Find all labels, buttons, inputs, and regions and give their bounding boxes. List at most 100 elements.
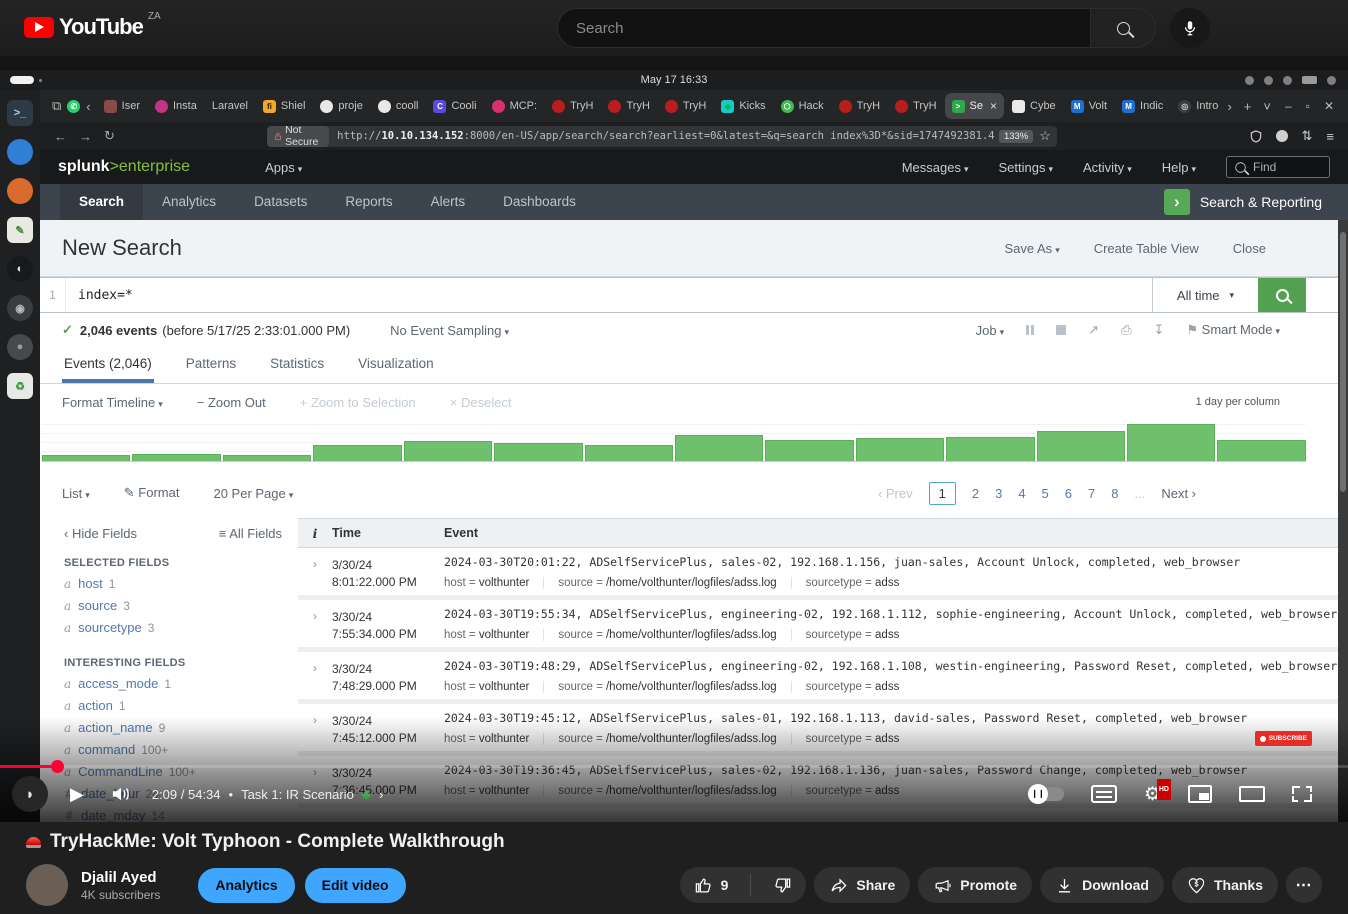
page-1[interactable]: 1 xyxy=(928,481,956,505)
event-source[interactable]: source = /home/volthunter/logfiles/adss.… xyxy=(543,681,790,693)
page-2[interactable]: 2 xyxy=(972,486,979,501)
browser-tab[interactable]: TryH xyxy=(832,93,887,119)
subscribe-watermark[interactable]: SUBSCRIBE xyxy=(1254,731,1312,746)
event-host[interactable]: host = volthunter xyxy=(444,629,543,641)
browser-tab[interactable]: C Cooli xyxy=(426,93,483,119)
browser-tab[interactable]: > Se × xyxy=(944,93,1004,119)
list-type-menu[interactable]: List ▾ xyxy=(62,486,90,501)
event-host[interactable]: host = volthunter xyxy=(444,681,543,693)
event-raw-text[interactable]: 2024-03-30T19:48:29, ADSelfServicePlus, … xyxy=(444,659,1340,673)
time-range-picker[interactable]: All time ▾ xyxy=(1152,278,1258,312)
timeline-bar[interactable] xyxy=(765,439,854,461)
browser-tab[interactable]: fi Shiel xyxy=(256,93,312,119)
browser-tab[interactable]: Iser xyxy=(97,93,147,119)
event-sourcetype[interactable]: sourcetype = adss xyxy=(790,733,914,745)
new-tab-button[interactable]: + xyxy=(1244,99,1252,114)
browser-tab[interactable]: M Indic xyxy=(1115,93,1170,119)
page-7[interactable]: 7 xyxy=(1088,486,1095,501)
search-input[interactable]: Search xyxy=(557,8,1090,48)
smart-mode-menu[interactable]: ⚑ Smart Mode ▾ xyxy=(1186,322,1280,338)
browser-tab[interactable]: MCP: xyxy=(485,93,545,119)
browser-tab[interactable]: TryH xyxy=(658,93,713,119)
per-page-menu[interactable]: 20 Per Page ▾ xyxy=(213,486,293,501)
stop-job-icon[interactable] xyxy=(1056,325,1067,335)
miniplayer-button[interactable] xyxy=(1188,785,1212,803)
chapter-title[interactable]: Task 1: IR Scenario xyxy=(241,787,354,802)
channel-avatar[interactable] xyxy=(26,864,68,906)
timeline-bar[interactable] xyxy=(1036,431,1126,461)
autoplay-toggle[interactable] xyxy=(1027,784,1064,804)
browser-tab[interactable]: Insta xyxy=(148,93,204,119)
tab-patterns[interactable]: Patterns xyxy=(184,347,238,383)
apps-menu[interactable]: Apps ▾ xyxy=(265,160,302,175)
event-raw-text[interactable]: 2024-03-30T20:01:22, ADSelfServicePlus, … xyxy=(444,555,1340,569)
field-command[interactable]: a command 100+ xyxy=(64,742,298,757)
event-sampling-menu[interactable]: No Event Sampling ▾ xyxy=(390,323,509,338)
notes-icon[interactable]: ✎ xyxy=(7,217,33,243)
not-secure-badge[interactable]: Not Secure xyxy=(266,125,330,147)
close-link[interactable]: Close xyxy=(1233,241,1266,256)
event-raw-text[interactable]: 2024-03-30T19:55:34, ADSelfServicePlus, … xyxy=(444,607,1340,621)
timeline-bar[interactable] xyxy=(403,440,493,461)
job-menu[interactable]: Job ▾ xyxy=(976,323,1005,338)
spiral-icon[interactable]: ◐ xyxy=(7,256,33,282)
browser-tab[interactable]: TryH xyxy=(888,93,943,119)
settings-menu[interactable]: Settings ▾ xyxy=(999,160,1054,175)
back-button[interactable]: ← xyxy=(54,129,67,144)
camera-icon[interactable]: ◉ xyxy=(7,295,33,321)
event-host[interactable]: host = volthunter xyxy=(444,733,543,745)
zoom-out-button[interactable]: − Zoom Out xyxy=(197,395,266,410)
firefox-dev-icon[interactable] xyxy=(7,178,33,204)
voice-search-button[interactable] xyxy=(1170,8,1210,48)
search-query-input[interactable]: index=* xyxy=(66,278,1152,312)
page-5[interactable]: 5 xyxy=(1042,486,1049,501)
edit-video-button[interactable]: Edit video xyxy=(304,867,406,903)
browser-tab[interactable]: TryH xyxy=(545,93,600,119)
field-sourcetype[interactable]: a sourcetype 3 xyxy=(64,620,298,635)
format-menu[interactable]: ✎ Format xyxy=(124,485,180,501)
browser-tab[interactable]: ⬡ Hack xyxy=(774,93,831,119)
page-8[interactable]: 8 xyxy=(1111,486,1118,501)
browser-tab[interactable]: ◎ Intro xyxy=(1171,93,1221,119)
more-actions-button[interactable]: ⋯ xyxy=(1286,867,1322,903)
browser-tab[interactable]: proje xyxy=(313,93,369,119)
disc-icon[interactable]: ● xyxy=(7,334,33,360)
print-icon[interactable]: ⎙ xyxy=(1121,322,1131,338)
col-time[interactable]: Time xyxy=(332,526,444,540)
browser-tab[interactable]: Laravel xyxy=(205,93,255,119)
export-icon[interactable]: ↧ xyxy=(1153,322,1164,338)
play-button[interactable]: ▶ xyxy=(70,784,84,805)
field-source[interactable]: a source 3 xyxy=(64,598,298,613)
timeline-bar[interactable] xyxy=(1217,439,1306,461)
timeline-bar[interactable] xyxy=(313,445,402,461)
run-search-button[interactable] xyxy=(1258,278,1306,312)
terminal-icon[interactable]: >_ xyxy=(7,100,33,126)
settings-button[interactable]: ⚙ HD xyxy=(1144,778,1171,804)
browser-icon[interactable] xyxy=(7,139,33,165)
event-source[interactable]: source = /home/volthunter/logfiles/adss.… xyxy=(543,577,790,589)
timeline-bar[interactable] xyxy=(855,438,945,461)
timeline-bar[interactable] xyxy=(674,435,764,461)
event-sourcetype[interactable]: sourcetype = adss xyxy=(790,629,914,641)
nav-datasets[interactable]: Datasets xyxy=(235,184,326,220)
timeline-bar[interactable] xyxy=(222,455,312,461)
video-player[interactable]: May 17 16:33 >_ ✎ ◐ ◉ ● ♻ ⧉ ✆ ‹ Iser Insta Lara… xyxy=(0,56,1348,822)
shield-icon[interactable] xyxy=(1250,129,1262,143)
channel-watermark[interactable]: ◗ xyxy=(12,776,48,812)
nav-alerts[interactable]: Alerts xyxy=(412,184,485,220)
address-bar[interactable]: Not Secure http://10.10.134.152:8000/en-… xyxy=(266,125,1057,147)
hide-fields-button[interactable]: ‹ Hide Fields xyxy=(64,526,137,541)
event-source[interactable]: source = /home/volthunter/logfiles/adss.… xyxy=(543,629,790,641)
chapter-chevron-icon[interactable]: › xyxy=(379,787,383,802)
tab-statistics[interactable]: Statistics xyxy=(268,347,326,383)
thanks-button[interactable]: $ Thanks xyxy=(1171,867,1278,903)
field-action_name[interactable]: a action_name 9 xyxy=(64,720,298,735)
window-minimize-button[interactable]: – xyxy=(1285,99,1292,113)
nav-analytics[interactable]: Analytics xyxy=(143,184,235,220)
analytics-button[interactable]: Analytics xyxy=(198,867,295,903)
youtube-logo[interactable]: YouTube ZA xyxy=(24,11,161,40)
field-access_mode[interactable]: a access_mode 1 xyxy=(64,676,298,691)
dislike-button[interactable] xyxy=(759,867,806,903)
expand-event-icon[interactable]: › xyxy=(298,652,332,699)
theater-mode-button[interactable] xyxy=(1239,786,1265,802)
